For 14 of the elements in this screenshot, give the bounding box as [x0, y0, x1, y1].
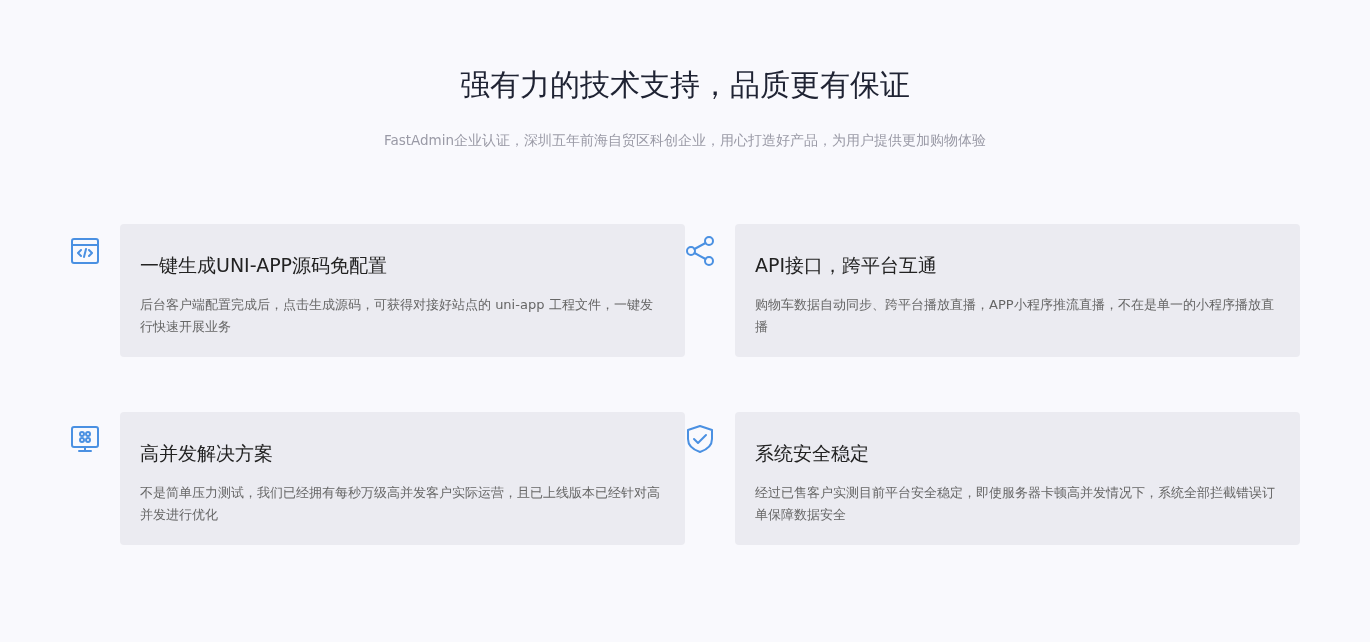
- feature-description: 后台客户端配置完成后，点击生成源码，可获得对接好站点的 uni-app 工程文件，一键发行快速开展业务: [140, 296, 654, 336]
- feature-title: 系统安全稳定: [755, 441, 870, 466]
- shield-check-icon: [685, 424, 715, 454]
- feature-title: 一键生成UNI-APP源码免配置: [140, 253, 389, 278]
- code-window-icon: [70, 236, 100, 266]
- section-subheading: FastAdmin企业认证，深圳五年前海自贸区科创企业，用心打造好产品，为用户提供更加购物体验: [382, 131, 988, 150]
- feature-description: 经过已售客户实测目前平台安全稳定，即使服务器卡顿高并发情况下，系统全部拦截错误订单保障数据安全: [755, 484, 1276, 524]
- share-icon: [685, 236, 715, 266]
- section-heading: 强有力的技术支持，品质更有保证: [459, 66, 911, 104]
- feature-description: 购物车数据自动同步、跨平台播放直播，APP小程序推流直播，不在是单一的小程序播放直播: [755, 296, 1275, 336]
- monitor-grid-icon: [70, 424, 100, 454]
- feature-title: 高并发解决方案: [140, 441, 274, 466]
- feature-title: API接口，跨平台互通: [755, 253, 939, 278]
- feature-description: 不是简单压力测试，我们已经拥有每秒万级高并发客户实际运营，且已上线版本已经针对高并发进行优化: [140, 484, 661, 524]
